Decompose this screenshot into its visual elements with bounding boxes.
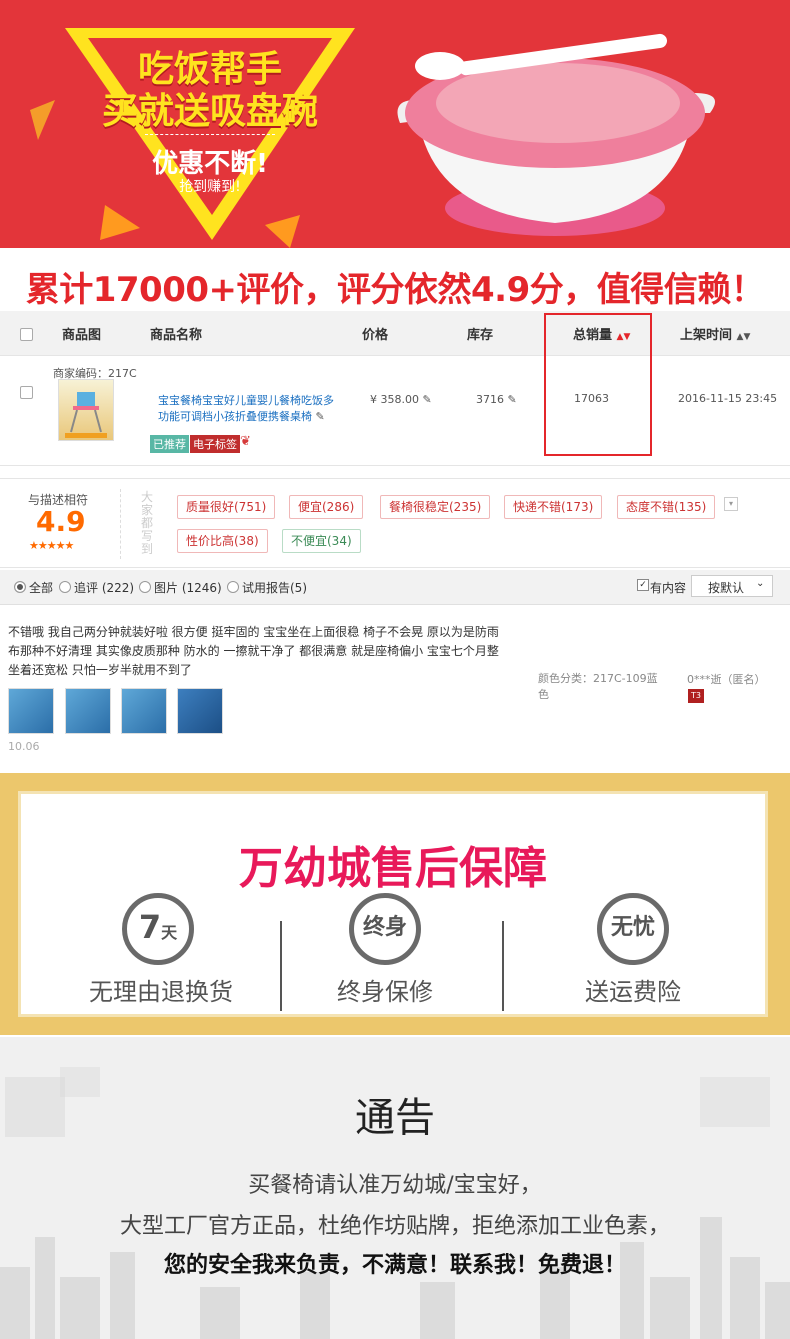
rating-divider <box>120 489 121 559</box>
review-text-line1: 不错哦 我自己两分钟就装好啦 很方便 挺牢固的 宝宝坐在上面很稳 椅子不会晃 原… <box>8 625 499 639</box>
banner-promo: 优惠不断! <box>152 149 268 179</box>
review-count-headline: 累计17000+评价，评分依然4.9分，值得信赖！ <box>25 270 765 310</box>
guarantee-title: 万幼城售后保障 <box>239 843 547 894</box>
keyword-tag[interactable]: 不便宜(34) <box>282 529 361 553</box>
keyword-tag[interactable]: 质量很好(751) <box>177 495 276 519</box>
review-filter-bar: 全部 追评 (222) 图片 (1246) 试用报告(5) ✓ 有内容 按默认 … <box>0 570 790 605</box>
guarantee-label-2: 终身保修 <box>337 978 433 1006</box>
banner-divider <box>145 134 275 135</box>
product-name-link[interactable]: 宝宝餐椅宝宝好儿童婴儿餐椅吃饭多 功能可调档小孩折叠便携餐桌椅 ✎ <box>158 393 334 425</box>
header-listed-sort[interactable]: 上架时间 ▲▼ <box>680 324 750 343</box>
rating-summary: 与描述相符 4.9 ★★★★★ 大家都写到 质量很好(751) 便宜(286) … <box>0 478 790 568</box>
notice-section: 通告 买餐椅请认准万幼城/宝宝好， 大型工厂官方正品，杜绝作坊贴牌，拒绝添加工业… <box>0 1037 790 1339</box>
row-checkbox[interactable] <box>20 386 33 399</box>
edit-price-icon[interactable]: ✎ <box>422 393 431 406</box>
ring-main-1: 7 <box>138 908 162 946</box>
side-label: 大家都写到 <box>141 490 154 556</box>
radio-trial[interactable] <box>227 581 239 593</box>
guarantee-divider <box>502 921 504 1011</box>
sort-icon: ▲▼ <box>736 332 751 342</box>
filter-trial-label: 试用报告(5) <box>242 581 307 595</box>
lifetime-warranty-icon: 终身 <box>349 893 421 965</box>
filter-followup-label: 追评 (222) <box>74 581 135 595</box>
review-photo[interactable] <box>121 688 167 734</box>
expand-keywords-icon[interactable]: ▾ <box>724 497 738 511</box>
product-name-line2-text: 功能可调档小孩折叠便携餐桌椅 <box>158 410 312 423</box>
header-listed: 上架时间 <box>680 328 733 343</box>
header-stock: 库存 <box>467 328 494 343</box>
header-name: 商品名称 <box>150 328 203 343</box>
price-cell: ¥ 358.00 ✎ <box>370 393 432 406</box>
product-name-line1: 宝宝餐椅宝宝好儿童婴儿餐椅吃饭多 <box>158 394 334 407</box>
has-content-checkbox[interactable]: ✓ <box>637 579 649 591</box>
heart-badge-icon: ❦ <box>240 434 251 449</box>
review-photo[interactable] <box>177 688 223 734</box>
review-text: 不错哦 我自己两分钟就装好啦 很方便 挺牢固的 宝宝坐在上面很稳 椅子不会晃 原… <box>8 623 499 680</box>
radio-followup[interactable] <box>59 581 71 593</box>
recommended-badge: 已推荐 <box>150 435 189 453</box>
notice-line1: 买餐椅请认准万幼城/宝宝好， <box>248 1173 542 1198</box>
notice-line3: 您的安全我来负责，不满意！联系我！免费退！ <box>163 1253 626 1278</box>
ring-main-2: 终身 <box>362 915 407 940</box>
notice-title: 通告 <box>355 1095 435 1141</box>
keyword-tag[interactable]: 快递不错(173) <box>504 495 603 519</box>
worry-free-icon: 无忧 <box>597 893 669 965</box>
sku-line1: 颜色分类：217C-109蓝 <box>538 672 658 685</box>
table-row: 商家编码：217C 宝宝餐椅宝宝好儿童婴儿餐椅吃饭多 功能可调档小孩折叠便携餐桌… <box>0 355 790 466</box>
sales-highlight-box <box>544 313 652 456</box>
reviewer-name: 0***逝（匿名） <box>687 673 766 686</box>
has-content-label: 有内容 <box>650 581 687 595</box>
e-label-badge: 电子标签 <box>190 435 240 453</box>
promo-banner: 吃饭帮手 买就送吸盘碗 优惠不断! 抢到赚到! <box>0 0 790 248</box>
guarantee-frame: 万幼城售后保障 7天 无理由退换货 终身 终身保修 无忧 送运费险 <box>18 791 768 1017</box>
review-text-line3: 坐着还宽松 只怕一岁半就用不到了 <box>8 663 192 677</box>
ring-sub-1: 天 <box>161 923 178 942</box>
radio-images[interactable] <box>139 581 151 593</box>
review-photo[interactable] <box>8 688 54 734</box>
edit-pencil-icon[interactable]: ✎ <box>316 410 325 423</box>
high-chair-image <box>65 392 107 438</box>
keyword-tag[interactable]: 便宜(286) <box>289 495 364 519</box>
filter-images-label: 图片 (1246) <box>154 581 222 595</box>
guarantee-label-1: 无理由退换货 <box>89 978 233 1006</box>
ring-main-3: 无忧 <box>610 915 655 940</box>
listed-time: 2016-11-15 23:45 <box>678 392 778 405</box>
banner-title-line1: 吃饭帮手 <box>137 49 282 90</box>
review-item: 不错哦 我自己两分钟就装好啦 很方便 挺牢固的 宝宝坐在上面很稳 椅子不会晃 原… <box>0 605 790 755</box>
header-image: 商品图 <box>62 328 102 343</box>
keyword-tag[interactable]: 性价比高(38) <box>177 529 268 553</box>
sort-select-value: 按默认 <box>708 581 745 595</box>
edit-stock-icon[interactable]: ✎ <box>508 393 517 406</box>
product-thumbnail[interactable] <box>58 379 114 441</box>
review-photo[interactable] <box>65 688 111 734</box>
review-sku: 颜色分类：217C-109蓝 色 <box>538 671 658 703</box>
banner-promo-sub: 抢到赚到! <box>179 179 241 195</box>
suction-bowl-image <box>397 33 715 236</box>
product-table-header: 商品图 商品名称 价格 库存 总销量 ▲▼ 上架时间 ▲▼ <box>0 311 790 356</box>
notice-line2: 大型工厂官方正品，杜绝作坊贴牌，拒绝添加工业色素， <box>119 1214 670 1239</box>
banner-title-line2: 买就送吸盘碗 <box>101 91 318 132</box>
keyword-tag[interactable]: 态度不错(135) <box>617 495 716 519</box>
review-date: 10.06 <box>8 740 40 753</box>
sort-select[interactable]: 按默认 ⌄ <box>691 575 773 597</box>
product-name-line2: 功能可调档小孩折叠便携餐桌椅 ✎ <box>158 409 334 425</box>
chevron-down-icon: ⌄ <box>756 578 765 589</box>
rating-stars: ★★★★★ <box>29 539 74 552</box>
review-text-line2: 布那种不好清理 其实像皮质那种 防水的 一擦就干净了 都很满意 就是座椅偏小 宝… <box>8 644 499 658</box>
guarantee-label-3: 送运费险 <box>585 978 681 1006</box>
after-sales-guarantee: 万幼城售后保障 7天 无理由退换货 终身 终身保修 无忧 送运费险 <box>0 773 790 1035</box>
price-value: ¥ 358.00 <box>370 393 419 406</box>
sku-line2: 色 <box>538 688 549 701</box>
keyword-tag[interactable]: 餐椅很稳定(235) <box>380 495 491 519</box>
stock-value: 3716 <box>476 393 504 406</box>
seven-day-return-icon: 7天 <box>122 893 194 965</box>
filter-all-label: 全部 <box>29 581 54 595</box>
header-price: 价格 <box>362 328 389 343</box>
user-level-badge: T3 <box>688 689 704 703</box>
radio-all[interactable] <box>14 581 26 593</box>
select-all-checkbox[interactable] <box>20 328 33 341</box>
rating-score: 4.9 <box>36 505 86 538</box>
guarantee-divider <box>280 921 282 1011</box>
stock-cell: 3716 ✎ <box>476 393 517 406</box>
